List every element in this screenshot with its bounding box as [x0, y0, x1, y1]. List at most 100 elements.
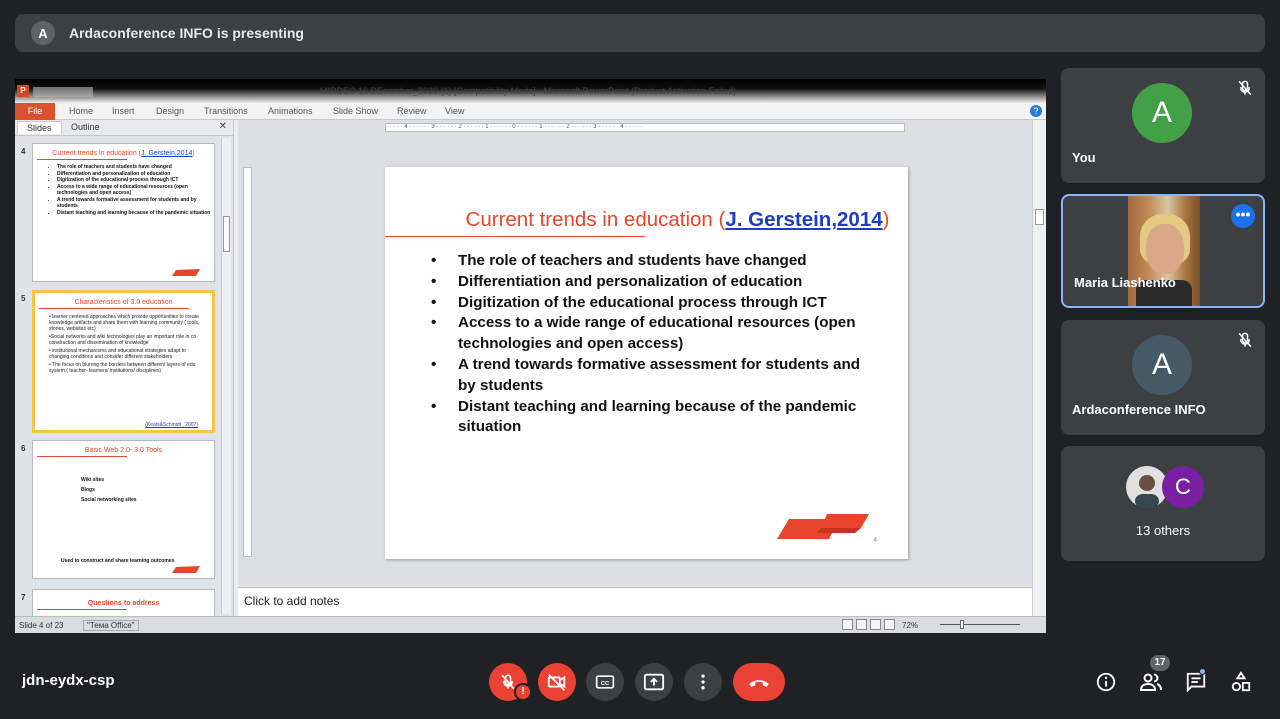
slides-pane-scrollbar[interactable] — [221, 138, 231, 614]
participant-name: Ardaconference INFO — [1072, 402, 1206, 417]
thumb-deco — [172, 566, 200, 573]
zoom-slider-knob[interactable] — [960, 620, 964, 629]
ribbon-tab-home[interactable]: Home — [69, 106, 93, 116]
ppt-ribbon: File Home Insert Design Transitions Anim… — [15, 103, 1046, 120]
help-icon[interactable]: ? — [1030, 105, 1042, 117]
pane-tabs: Slides Outline ✕ — [15, 120, 233, 136]
scrollbar-thumb[interactable] — [223, 216, 230, 252]
ribbon-tab-design[interactable]: Design — [156, 106, 184, 116]
participant-name: Maria Liashenko — [1074, 275, 1176, 290]
pane-tab-outline[interactable]: Outline — [71, 122, 100, 132]
thumb-title: Questions to address — [87, 600, 160, 607]
shared-screen: P MIRDEC 16 DEcember_2020 (1) [Compatibi… — [15, 79, 1046, 633]
thumb-title: Current trends in education (J. Gerstein… — [52, 150, 195, 157]
ribbon-tab-insert[interactable]: Insert — [112, 106, 135, 116]
slide-thumb-6[interactable]: Basic Web 2.0- 3.0 Tools Wiki sites Blog… — [32, 440, 215, 579]
notes-placeholder: Click to add notes — [244, 594, 340, 608]
theme-name: "Тема Office" — [83, 620, 139, 631]
mic-off-icon — [1238, 332, 1252, 348]
slide-thumb-7[interactable]: Questions to address — [32, 589, 215, 619]
participant-tile-you[interactable]: A You — [1061, 68, 1265, 183]
thumb-number: 6 — [21, 444, 26, 453]
slide-bullets: The role of teachers and students have c… — [431, 251, 871, 438]
slide-sorter-icon[interactable] — [856, 619, 867, 630]
thumb-foot: Used to construct and share learning out… — [61, 558, 175, 564]
people-icon — [1139, 673, 1162, 691]
slide-bullet: Differentiation and personalization of e… — [431, 272, 871, 293]
view-buttons — [842, 619, 896, 631]
more-vert-icon — [701, 674, 705, 690]
thumb-item: Wiki sites — [81, 477, 105, 483]
slide-thumb-5[interactable]: Characteristics of 3.0 education • learn… — [32, 290, 215, 433]
captions-button[interactable]: CC — [586, 663, 624, 701]
thumb-reference: (Keats&Schmidt , 2007) — [145, 422, 198, 428]
close-pane-icon[interactable]: ✕ — [219, 121, 227, 132]
thumb-number: 7 — [21, 593, 26, 602]
more-options-button[interactable] — [684, 663, 722, 701]
captions-icon: CC — [595, 675, 615, 689]
reading-view-icon[interactable] — [870, 619, 881, 630]
meeting-code: jdn-eydx-csp — [22, 672, 115, 689]
thumb-divider — [37, 609, 127, 610]
ribbon-tab-transitions[interactable]: Transitions — [204, 106, 248, 116]
slides-pane: Slides Outline ✕ 4 Current trends in edu… — [15, 120, 234, 619]
present-button[interactable] — [635, 663, 673, 701]
thumb-number: 4 — [21, 147, 26, 156]
more-options-icon[interactable]: ••• — [1231, 204, 1255, 228]
mic-off-icon — [1238, 80, 1252, 96]
slideshow-view-icon[interactable] — [884, 619, 895, 630]
chat-notification-dot — [1199, 668, 1206, 675]
slide-thumb-4[interactable]: Current trends in education (J. Gerstein… — [32, 143, 215, 282]
slide-decoration — [777, 514, 869, 539]
normal-view-icon[interactable] — [842, 619, 853, 630]
zoom-slider[interactable] — [940, 624, 1020, 625]
thumb-divider — [39, 308, 189, 309]
zoom-level[interactable]: 72% — [902, 621, 918, 630]
slide-title: Current trends in education (J. Gerstein… — [465, 208, 890, 231]
slide-counter: Slide 4 of 23 — [19, 621, 64, 630]
presenting-banner: A Ardaconference INFO is presenting — [15, 14, 1265, 52]
ribbon-tab-file[interactable]: File — [15, 103, 55, 120]
slide-bullet: Access to a wide range of educational re… — [431, 313, 871, 355]
participant-tile-maria[interactable]: ••• Maria Liashenko — [1061, 194, 1265, 308]
slide-bullet: A trend towards formative assessment for… — [431, 355, 871, 397]
ribbon-tab-slideshow[interactable]: Slide Show — [333, 106, 378, 116]
thumb-item: Social networking sites — [81, 497, 137, 503]
ribbon-tab-animations[interactable]: Animations — [268, 106, 313, 116]
thumb-bullets: The role of teachers and students have c… — [57, 164, 214, 216]
avatar: A — [1132, 335, 1192, 395]
participant-tile-arda[interactable]: A Ardaconference INFO — [1061, 320, 1265, 435]
participant-tile-others[interactable]: C 13 others — [1061, 446, 1265, 561]
slide-bullet: Distant teaching and learning because of… — [431, 397, 871, 439]
slide-title-link[interactable]: J. Gerstein,2014 — [725, 208, 882, 231]
slide-canvas: · · · · · 4 · · · · · · 3 · · · · · · 2 … — [238, 120, 1032, 586]
slide-scrollbar[interactable] — [1032, 120, 1046, 616]
thumb-number: 5 — [21, 294, 26, 303]
ppt-window-title: MIRDEC 16 DEcember_2020 (1) [Compatibili… — [320, 86, 737, 96]
avatar: A — [1132, 83, 1192, 143]
scrollbar-thumb[interactable] — [1035, 209, 1044, 225]
ppt-status-bar: Slide 4 of 23 "Тема Office" 72% — [15, 616, 1046, 633]
info-icon — [1096, 672, 1116, 692]
people-button[interactable] — [1138, 669, 1164, 695]
ribbon-tab-review[interactable]: Review — [397, 106, 427, 116]
thumb-item: Blogs — [81, 487, 95, 493]
camera-button[interactable] — [538, 663, 576, 701]
ribbon-tab-view[interactable]: View — [445, 106, 464, 116]
others-label: 13 others — [1135, 523, 1191, 538]
thumb-text: •Social networks and wiki technologies p… — [49, 334, 197, 346]
current-slide[interactable]: Current trends in education (J. Gerstein… — [385, 167, 908, 559]
thumb-title: Basic Web 2.0- 3.0 Tools — [84, 447, 163, 454]
meeting-details-button[interactable] — [1093, 669, 1119, 695]
notes-pane[interactable]: Click to add notes — [238, 587, 1032, 616]
end-call-button[interactable] — [733, 663, 785, 701]
thumb-deco — [172, 269, 200, 276]
activities-button[interactable] — [1228, 669, 1254, 695]
camera-off-icon — [547, 674, 566, 691]
activities-icon — [1231, 671, 1251, 692]
people-count-badge: 17 — [1150, 655, 1170, 671]
thumb-text: • institutional mechanisms and education… — [49, 348, 186, 360]
thumb-text: • learner centered approaches which prov… — [49, 314, 200, 332]
thumb-text: • The focus on blurring the borders betw… — [49, 362, 196, 374]
pane-tab-slides[interactable]: Slides — [17, 121, 62, 134]
